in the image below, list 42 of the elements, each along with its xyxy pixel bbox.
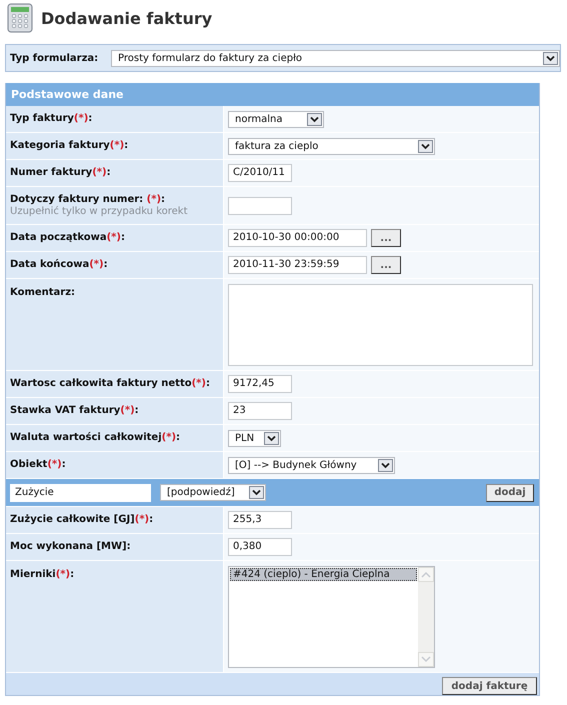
input-field[interactable]: 9172,45: [228, 375, 292, 393]
field-label: Wartosc całkowita faktury netto(*):: [10, 378, 211, 389]
field-label: Zużycie całkowite [GJ](*):: [10, 514, 154, 525]
date-picker-button[interactable]: ...: [371, 229, 401, 247]
select-field[interactable]: [O] --> Budynek Główny: [228, 456, 395, 474]
field-label: Mierniki(*):: [10, 569, 76, 580]
text-field[interactable]: Zużycie: [10, 484, 151, 502]
list-option[interactable]: #424 (cieplo) - Energia Cieplna: [230, 568, 417, 581]
select-field[interactable]: normalna: [228, 110, 324, 128]
field-label: Data końcowa(*):: [10, 259, 109, 270]
add-button[interactable]: dodaj: [486, 484, 534, 502]
add-invoice-button[interactable]: dodaj fakturę: [442, 677, 537, 695]
form-type-select[interactable]: Prosty formularz do faktury za ciepło: [111, 50, 560, 66]
calculator-icon: [7, 3, 33, 33]
section-header: Podstawowe dane: [6, 83, 539, 106]
select-field[interactable]: PLN: [228, 430, 281, 446]
field-label: Moc wykonana [MW]:: [10, 541, 132, 552]
select-field[interactable]: faktura za cieplo: [228, 138, 435, 154]
field-label: Dotyczy faktury numer: (*):: [10, 194, 166, 205]
field-label: Waluta wartości całkowitej(*):: [10, 432, 182, 443]
scrollbar[interactable]: [418, 567, 434, 667]
field-label: Stawka VAT faktury(*):: [10, 405, 140, 416]
comment-field[interactable]: [228, 284, 533, 366]
input-field[interactable]: 23: [228, 402, 292, 420]
date-field[interactable]: 2010-10-30 00:00:00: [228, 229, 367, 247]
field-label: Kategoria faktury(*):: [10, 140, 130, 151]
hint-select[interactable]: [podpowiedź]: [160, 484, 266, 501]
meter-listbox[interactable]: #424 (cieplo) - Energia Cieplna: [228, 566, 435, 668]
page-title: Dodawanie faktury: [41, 8, 212, 28]
field-label: Obiekt(*):: [10, 459, 67, 470]
input-field[interactable]: C/2010/11: [228, 164, 292, 182]
form-type-label: Typ formularza:: [9, 52, 100, 64]
field-label: Typ faktury(*):: [10, 113, 94, 124]
input-field[interactable]: 255,3: [228, 511, 292, 529]
field-label: Numer faktury(*):: [10, 167, 112, 178]
date-field[interactable]: 2010-11-30 23:59:59: [228, 256, 367, 274]
date-picker-button[interactable]: ...: [371, 256, 401, 274]
input-field[interactable]: [228, 196, 292, 214]
field-label: Komentarz:: [10, 287, 76, 298]
field-label: Data początkowa(*):: [10, 232, 126, 243]
input-field[interactable]: 0,380: [228, 538, 292, 556]
field-hint: Uzupełnić tylko w przypadku korekt: [10, 206, 189, 217]
